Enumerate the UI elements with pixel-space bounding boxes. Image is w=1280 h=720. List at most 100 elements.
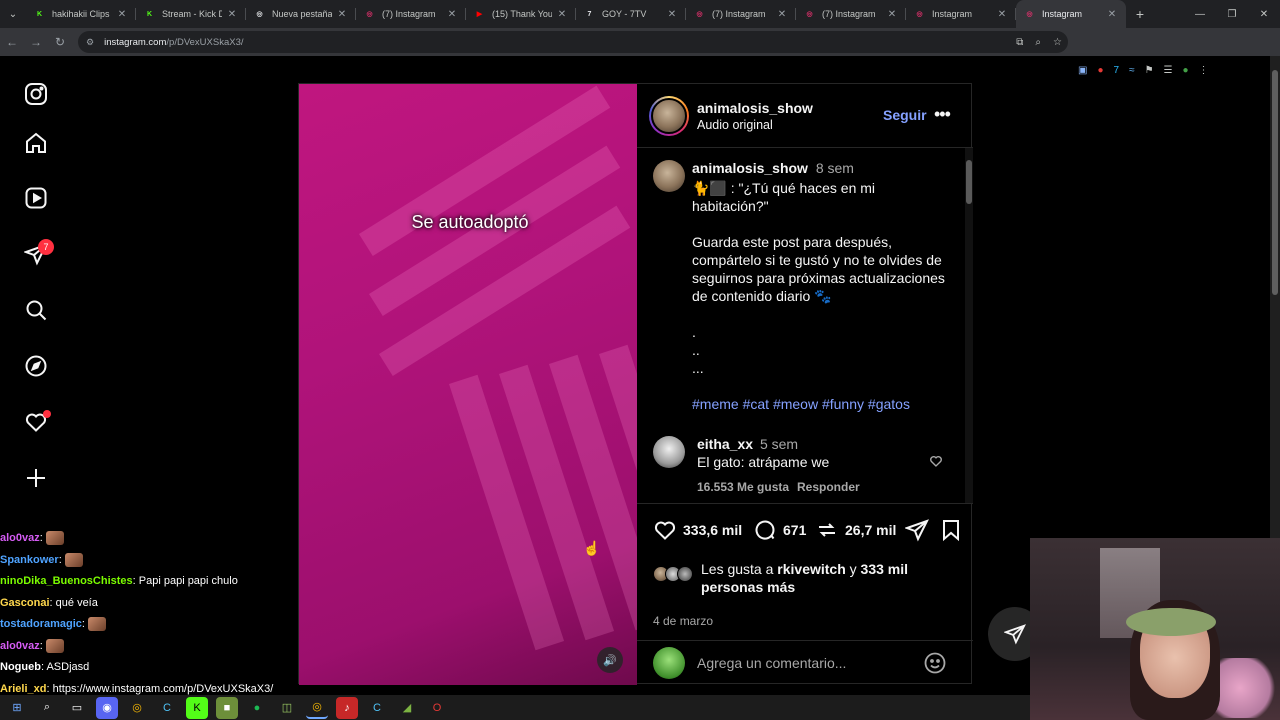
emoji-picker-icon[interactable] [923,651,947,680]
taskview-icon[interactable]: ▭ [66,697,88,719]
forward-button[interactable]: → [24,28,48,56]
app-icon[interactable]: ◢ [396,697,418,719]
install-app-icon[interactable]: ⧉ [1016,37,1023,48]
browser-tab[interactable]: ◎ Nueva pestaña ✕ [246,0,356,28]
tab-search-button[interactable]: ⌄ [0,0,26,28]
hashtag-link[interactable]: #meme [692,396,739,412]
search-icon[interactable]: ⌕ [36,697,58,719]
opera-icon[interactable]: O [426,697,448,719]
chrome-active-icon[interactable]: ◎ [306,697,328,719]
minimize-button[interactable]: — [1184,0,1216,28]
audio-label[interactable]: Audio original [697,118,773,132]
chat-username[interactable]: alo0vaz [0,532,40,544]
explore-icon[interactable] [22,352,50,380]
liker-avatars[interactable] [653,564,695,584]
repost-button[interactable]: 26,7 mil [815,518,896,542]
caption-username[interactable]: animalosis_show [692,160,808,176]
new-tab-button[interactable]: + [1126,0,1154,28]
hashtag-link[interactable]: #funny [822,396,864,412]
like-button[interactable]: 333,6 mil [653,518,742,542]
close-tab-icon[interactable]: ✕ [336,9,348,20]
red-extension-icon[interactable]: ● [1097,65,1103,76]
restore-button[interactable]: ❐ [1216,0,1248,28]
chat-username[interactable]: Spankower [0,554,59,566]
close-tab-icon[interactable]: ✕ [1106,9,1118,20]
comments-scrollbar[interactable] [965,148,973,503]
translate-extension-icon[interactable]: ▣ [1078,65,1087,76]
liked-by-count[interactable]: 333 mil [861,561,908,577]
close-tab-icon[interactable]: ✕ [226,9,238,20]
7tv-extension-icon[interactable]: 7 [1114,65,1120,76]
browser-tab[interactable]: ▶ (15) Thank You Je ✕ [466,0,576,28]
liked-by-suffix[interactable]: personas más [701,579,795,595]
home-icon[interactable] [22,129,50,157]
discord-icon[interactable]: ◉ [96,696,118,719]
browser-tab[interactable]: K Stream - Kick Das ✕ [136,0,246,28]
browser-tab[interactable]: ◎ Instagram ✕ [906,0,1016,28]
chrome-menu-icon[interactable]: ⋮ [1199,65,1209,76]
comment-username[interactable]: eitha_xx [697,436,753,452]
kick-icon[interactable]: K [186,696,208,719]
browser-tab[interactable]: ◎ (7) Instagram ✕ [796,0,906,28]
browser-tab[interactable]: ◎ Instagram ✕ [1016,0,1126,28]
chat-username[interactable]: ninoDika_BuenosChistes [0,575,133,587]
zoom-icon[interactable]: ⌕ [1035,37,1041,48]
address-bar[interactable]: ⚙ instagram.com/p/DVexUXSkaX3/ ⧉ ⌕ ☆ [78,31,1068,53]
c-app-icon[interactable]: C [156,697,178,719]
close-tab-icon[interactable]: ✕ [666,9,678,20]
avatar[interactable] [653,436,685,468]
comment-like-icon[interactable] [929,454,943,473]
bookmark-star-icon[interactable]: ☆ [1053,37,1062,48]
browser-tab[interactable]: ◎ (7) Instagram ✕ [686,0,796,28]
chat-username[interactable]: Arieli_xd [0,683,46,695]
back-button[interactable]: ← [0,28,24,56]
chat-username[interactable]: Gasconai [0,597,50,609]
share-button[interactable] [905,518,935,542]
instagram-logo-icon[interactable] [22,80,50,108]
liked-by-user[interactable]: rkivewitch [777,561,845,577]
profile-avatar-icon[interactable]: ● [1183,65,1189,76]
chat-username[interactable]: Nogueb [0,661,41,673]
close-window-button[interactable]: ✕ [1248,0,1280,28]
mute-toggle-button[interactable]: 🔊 [597,647,623,673]
story-ring[interactable] [649,96,689,136]
more-options-icon[interactable]: ••• [934,104,951,125]
music-app-icon[interactable]: ♪ [336,696,358,719]
chat-username[interactable]: tostadoramagic [0,618,82,630]
close-tab-icon[interactable]: ✕ [446,9,458,20]
reels-icon[interactable] [22,184,50,212]
close-tab-icon[interactable]: ✕ [886,9,898,20]
post-author-username[interactable]: animalosis_show [697,100,813,116]
comment-likes[interactable]: 16.553 Me gusta [697,480,789,494]
hashtag-link[interactable]: #meow [773,396,818,412]
game-icon[interactable]: ◫ [276,697,298,719]
site-info-icon[interactable]: ⚙ [86,37,94,48]
browser-tab[interactable]: ◎ (7) Instagram ✕ [356,0,466,28]
comment-input[interactable]: Agrega un comentario... [697,655,846,671]
c-app-icon-2[interactable]: C [366,697,388,719]
close-tab-icon[interactable]: ✕ [996,9,1008,20]
hashtag-link[interactable]: #cat [743,396,769,412]
reply-button[interactable]: Responder [797,480,860,494]
minecraft-icon[interactable]: ■ [216,696,238,719]
browser-tab[interactable]: 7 GOY - 7TV ✕ [576,0,686,28]
reel-video[interactable]: Se autoadoptó 🔊 [299,84,637,685]
extensions-puzzle-icon[interactable]: ⚑ [1145,65,1154,76]
chrome-icon[interactable]: ◎ [126,697,148,719]
wave-extension-icon[interactable]: ≈ [1129,65,1135,76]
start-icon[interactable]: ⊞ [6,697,28,719]
browser-tab[interactable]: Khakihakii Clips - V ✕ [26,0,136,28]
follow-button[interactable]: Seguir [883,107,927,123]
search-icon[interactable] [22,296,50,324]
media-control-icon[interactable]: ☰ [1164,65,1173,76]
close-tab-icon[interactable]: ✕ [116,9,128,20]
create-icon[interactable] [22,464,50,492]
save-button[interactable] [939,518,969,542]
chat-username[interactable]: alo0vaz [0,640,40,652]
close-tab-icon[interactable]: ✕ [776,9,788,20]
comment-button[interactable]: 671 [753,518,806,542]
close-tab-icon[interactable]: ✕ [556,9,568,20]
reload-button[interactable]: ↻ [48,28,72,56]
liked-by-text[interactable]: Les gusta a rkivewitch y 333 mil persona… [701,560,908,596]
spotify-icon[interactable]: ● [246,697,268,719]
